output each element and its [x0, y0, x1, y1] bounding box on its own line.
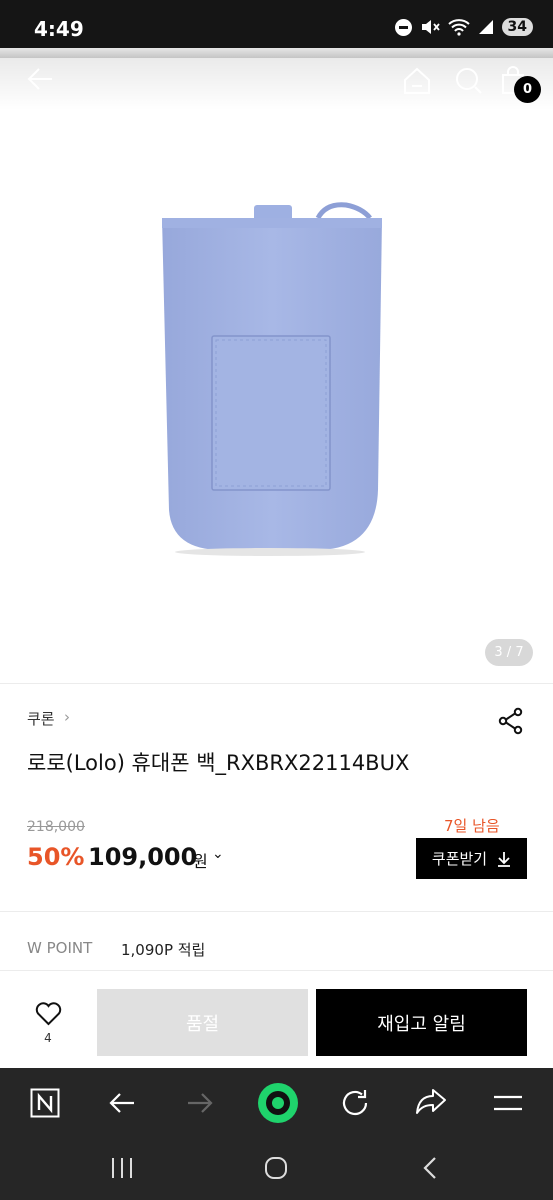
- browser-toolbar: [0, 1068, 553, 1138]
- back-icon[interactable]: [26, 66, 54, 92]
- status-icons: 34: [394, 18, 533, 36]
- days-left-label: 7일 남음: [444, 817, 500, 835]
- sale-price: 109,000: [88, 843, 198, 871]
- naver-home-icon[interactable]: [30, 1088, 60, 1118]
- price-unit: 원: [193, 852, 208, 871]
- cart-count-badge: 0: [514, 76, 541, 103]
- recent-apps-icon[interactable]: [110, 1157, 134, 1179]
- restock-alert-button[interactable]: 재입고 알림: [316, 989, 527, 1056]
- original-price: 218,000: [27, 819, 85, 835]
- coupon-download-button[interactable]: 쿠폰받기: [416, 838, 527, 879]
- image-counter: 3 / 7: [485, 639, 533, 666]
- restock-label: 재입고 알림: [377, 1013, 466, 1035]
- status-time: 4:49: [34, 17, 84, 41]
- brand-chevron-icon[interactable]: ›: [64, 708, 70, 726]
- do-not-disturb-icon: [394, 18, 412, 36]
- browser-back-icon[interactable]: [108, 1090, 136, 1116]
- point-label: W POINT: [27, 939, 93, 957]
- heart-icon[interactable]: [35, 1002, 62, 1026]
- system-nav-bar: [0, 1138, 553, 1200]
- search-icon[interactable]: [454, 66, 484, 96]
- share-icon[interactable]: [497, 707, 525, 735]
- browser-share-icon[interactable]: [415, 1088, 447, 1116]
- product-title: 로로(Lolo) 휴대폰 백_RXBRX22114BUX: [27, 751, 410, 775]
- soldout-button[interactable]: 품절: [97, 989, 308, 1056]
- divider: [0, 911, 553, 912]
- soldout-label: 품절: [185, 1013, 220, 1035]
- divider: [0, 683, 553, 684]
- wifi-icon: [447, 19, 470, 36]
- price-detail-chevron-icon[interactable]: ⌄: [212, 846, 224, 862]
- battery-level: 34: [501, 18, 533, 36]
- system-back-icon[interactable]: [422, 1156, 438, 1180]
- discount-rate: 50%: [27, 843, 85, 871]
- product-image[interactable]: [0, 110, 553, 682]
- product-photo: [162, 202, 382, 556]
- home-icon[interactable]: [402, 66, 432, 96]
- point-value: 1,090P 적립: [121, 941, 206, 959]
- menu-icon[interactable]: [493, 1093, 523, 1113]
- like-count: 4: [44, 1031, 52, 1045]
- brand-link[interactable]: 쿠론: [27, 708, 55, 729]
- coupon-button-label: 쿠폰받기: [431, 850, 488, 868]
- browser-forward-icon[interactable]: [186, 1090, 214, 1116]
- refresh-icon[interactable]: [340, 1088, 370, 1118]
- green-dot-icon[interactable]: [257, 1082, 299, 1124]
- divider: [0, 970, 553, 971]
- home-button-icon[interactable]: [264, 1156, 288, 1180]
- signal-icon: [478, 20, 493, 34]
- download-icon: [498, 851, 511, 867]
- mute-icon: [421, 20, 440, 34]
